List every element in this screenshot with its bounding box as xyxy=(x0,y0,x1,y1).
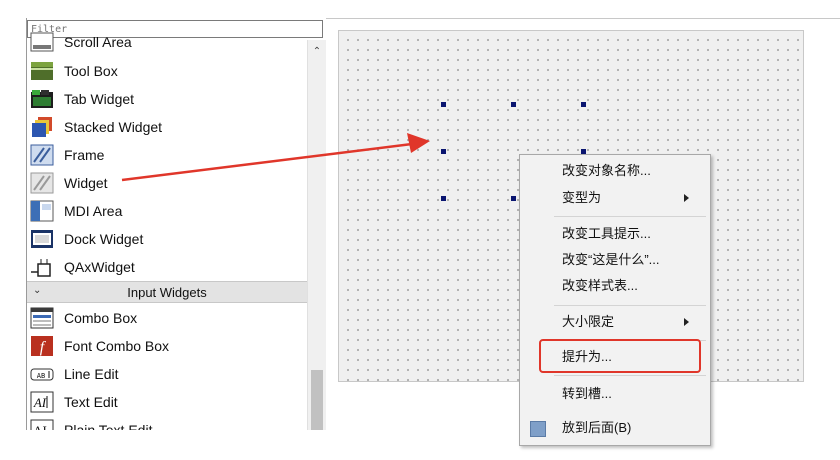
widget-list-scrollbar[interactable]: ⌃ xyxy=(307,40,326,430)
menu-item-label: 改变“这是什么”... xyxy=(562,252,660,267)
selection-handle[interactable] xyxy=(441,102,446,107)
svg-text:AI: AI xyxy=(33,395,47,410)
widget-item-dock-widget[interactable]: Dock Widget xyxy=(27,225,307,253)
widget-item-label: Font Combo Box xyxy=(64,338,170,354)
menu-item-change-stylesheet[interactable]: 改变样式表... xyxy=(520,275,708,297)
scroll-up-icon[interactable]: ⌃ xyxy=(308,46,326,57)
menu-item-morph-into[interactable]: 变型为 xyxy=(520,187,708,209)
widget-item-frame[interactable]: Frame xyxy=(27,141,307,169)
menu-item-label: 放到后面(B) xyxy=(562,420,632,435)
widget-item-font-combo-box[interactable]: f Font Combo Box xyxy=(27,332,307,360)
svg-text:AI: AI xyxy=(33,423,47,430)
selection-handle[interactable] xyxy=(511,196,516,201)
widget-item-tab-widget[interactable]: Tab Widget xyxy=(27,85,307,113)
widget-item-scroll-area[interactable]: Scroll Area xyxy=(27,28,307,56)
widget-item-text-edit[interactable]: AI Text Edit xyxy=(27,388,307,416)
menu-item-size-constraints[interactable]: 大小限定 xyxy=(520,311,708,333)
widget-item-tool-box[interactable]: Tool Box xyxy=(27,57,307,85)
widget-item-plain-text-edit[interactable]: AI Plain Text Edit xyxy=(27,416,307,430)
selection-handle[interactable] xyxy=(581,102,586,107)
widget-icon xyxy=(30,172,54,194)
menu-item-label: 变型为 xyxy=(562,190,602,205)
scrollbar-thumb[interactable] xyxy=(311,370,323,430)
tool-box-icon xyxy=(30,60,54,82)
widget-list: Scroll Area Tool Box Tab Widget Stacked … xyxy=(27,32,307,430)
menu-item-label: 大小限定 xyxy=(562,314,615,329)
widget-item-label: Plain Text Edit xyxy=(64,422,153,430)
widget-item-label: Frame xyxy=(64,147,105,163)
menu-separator xyxy=(554,375,706,376)
context-menu: 改变对象名称... 变型为 改变工具提示... 改变“这是什么”... 改变样式… xyxy=(519,154,711,446)
menu-separator xyxy=(554,216,706,217)
menu-item-change-whats-this[interactable]: 改变“这是什么”... xyxy=(520,249,708,271)
widget-item-stacked-widget[interactable]: Stacked Widget xyxy=(27,113,307,141)
category-input-widgets[interactable]: ⌄ Input Widgets xyxy=(27,281,307,303)
widget-item-label: MDI Area xyxy=(64,203,123,219)
widget-item-label: Combo Box xyxy=(64,310,138,326)
widget-item-label: Stacked Widget xyxy=(64,119,163,135)
category-label: Input Widgets xyxy=(127,285,207,300)
menu-item-label: 改变对象名称... xyxy=(562,163,651,178)
text-edit-icon: AI xyxy=(30,391,54,413)
promote-highlight-box xyxy=(539,339,701,373)
selection-handle[interactable] xyxy=(511,102,516,107)
frame-icon xyxy=(30,144,54,166)
font-combo-box-icon: f xyxy=(30,335,54,357)
widget-item-label: QAxWidget xyxy=(64,259,135,275)
widget-item-label: Tab Widget xyxy=(64,91,135,107)
selection-handle[interactable] xyxy=(441,149,446,154)
widget-item-widget[interactable]: Widget xyxy=(27,169,307,197)
tab-widget-icon xyxy=(30,88,54,110)
line-edit-icon: AB xyxy=(30,363,54,385)
menu-item-change-tooltip[interactable]: 改变工具提示... xyxy=(520,223,708,245)
widget-item-label: Widget xyxy=(64,175,108,191)
scroll-area-icon xyxy=(30,31,54,53)
widget-item-label: Line Edit xyxy=(64,366,119,382)
submenu-arrow-icon xyxy=(684,318,689,326)
stacked-widget-icon xyxy=(30,116,54,138)
svg-text:AB: AB xyxy=(37,372,45,380)
submenu-arrow-icon xyxy=(684,194,689,202)
selection-handle[interactable] xyxy=(441,196,446,201)
qaxwidget-icon xyxy=(30,256,54,278)
menu-item-label: 转到槽... xyxy=(562,386,612,401)
plain-text-edit-icon: AI xyxy=(30,419,54,430)
send-to-back-icon xyxy=(530,421,546,437)
menu-separator xyxy=(554,305,706,306)
menu-item-label: 改变样式表... xyxy=(562,278,638,293)
widget-item-mdi-area[interactable]: MDI Area xyxy=(27,197,307,225)
widget-item-qaxwidget[interactable]: QAxWidget xyxy=(27,253,307,281)
widget-item-label: Scroll Area xyxy=(64,34,132,50)
menu-item-label: 改变工具提示... xyxy=(562,226,651,241)
dock-widget-icon xyxy=(30,228,54,250)
widget-box-panel: Scroll Area Tool Box Tab Widget Stacked … xyxy=(26,18,327,430)
widget-item-label: Dock Widget xyxy=(64,231,144,247)
combo-box-icon xyxy=(30,307,54,329)
menu-item-change-object-name[interactable]: 改变对象名称... xyxy=(520,160,708,182)
widget-item-label: Text Edit xyxy=(64,394,118,410)
menu-item-go-to-slot[interactable]: 转到槽... xyxy=(520,383,708,405)
mdi-area-icon xyxy=(30,200,54,222)
widget-item-label: Tool Box xyxy=(64,63,118,79)
widget-item-line-edit[interactable]: AB Line Edit xyxy=(27,360,307,388)
menu-item-send-to-back[interactable]: 放到后面(B) xyxy=(520,417,708,439)
widget-item-combo-box[interactable]: Combo Box xyxy=(27,304,307,332)
